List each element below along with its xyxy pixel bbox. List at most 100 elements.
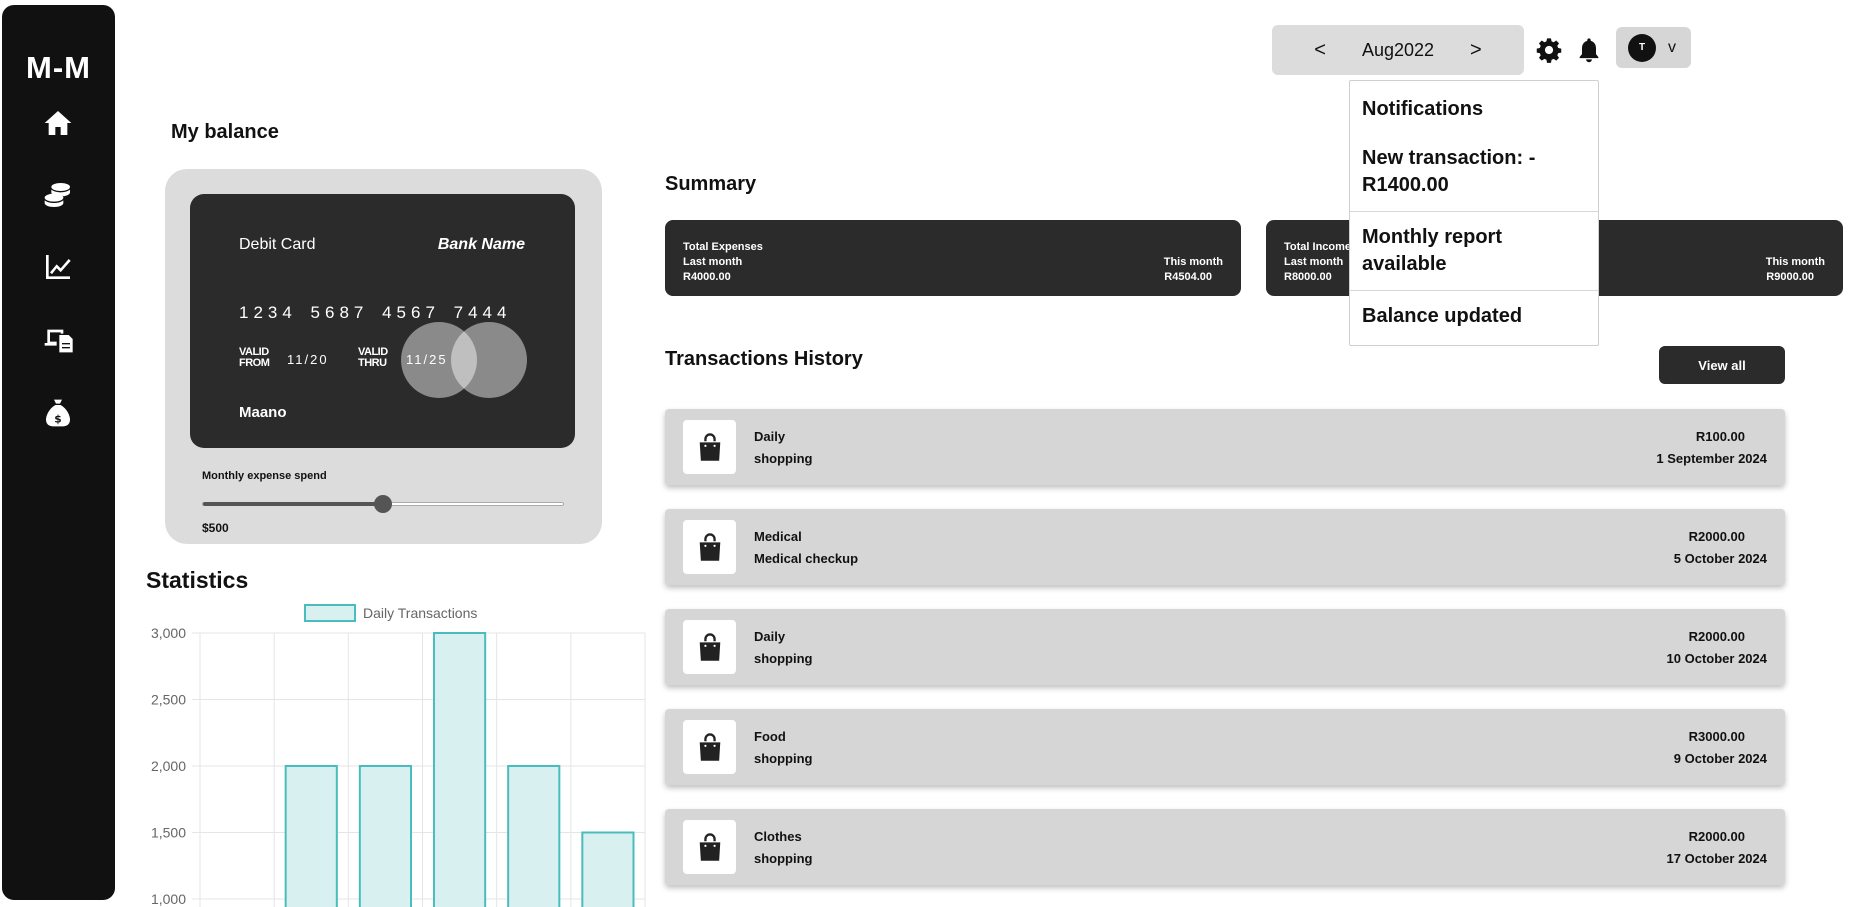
shopping-bag-icon (699, 433, 720, 461)
transaction-amount: R2000.00 (1688, 629, 1745, 644)
transaction-name: Clothes (754, 829, 802, 844)
prev-month-button[interactable]: < (1314, 39, 1326, 62)
valid-thru-label: VALID THRU (358, 347, 388, 369)
transaction-sub: shopping (754, 851, 813, 866)
profile-menu[interactable]: T v (1616, 27, 1691, 68)
transaction-name: Food (754, 729, 786, 744)
summary-this-label: This month (1765, 256, 1825, 268)
transaction-sub: shopping (754, 651, 813, 666)
summary-this-label: This month (1163, 256, 1223, 268)
summary-last-value: R4000.00 (683, 271, 731, 283)
valid-thru-label-line: THRU (358, 357, 387, 369)
transaction-row[interactable]: Food shopping R3000.00 9 October 2024 (665, 709, 1785, 785)
transaction-row[interactable]: Daily shopping R2000.00 10 October 2024 (665, 609, 1785, 685)
summary-this-value: R4504.00 (1164, 271, 1212, 283)
card-logo-circle-right (451, 322, 527, 398)
summary-card-expenses[interactable]: Total Expenses Last month R4000.00 This … (665, 220, 1241, 296)
shopping-bag-icon (699, 833, 720, 861)
view-all-button[interactable]: View all (1659, 346, 1785, 384)
summary-title: Total Income (1284, 241, 1352, 253)
transaction-icon-box (683, 620, 736, 674)
transaction-icon-box (683, 820, 736, 874)
chart-bar (358, 765, 413, 907)
balance-heading: My balance (171, 121, 279, 143)
notification-item[interactable]: Monthly report available (1350, 212, 1598, 291)
legend-swatch (304, 604, 356, 622)
y-tick-label: 2,000 (151, 758, 186, 774)
summary-title: Total Expenses (683, 241, 763, 253)
slider-value: $500 (202, 521, 229, 535)
notifications-dropdown: Notifications New transaction: -R1400.00… (1349, 80, 1599, 346)
nav-coins[interactable] (40, 177, 76, 213)
notification-item[interactable]: New transaction: -R1400.00 (1350, 134, 1598, 212)
transaction-amount: R100.00 (1695, 429, 1745, 444)
valid-thru: 11/25 (406, 352, 448, 367)
y-tick-label: 3,000 (151, 625, 186, 641)
coins-icon (44, 183, 70, 207)
transaction-icon-box (683, 420, 736, 474)
legend-label: Daily Transactions (363, 605, 477, 621)
transaction-name: Daily (754, 429, 786, 444)
home-icon (44, 111, 72, 135)
notification-item[interactable]: Balance updated (1350, 291, 1598, 342)
transaction-name: Medical (754, 529, 802, 544)
app-logo: M-M (26, 50, 91, 85)
transaction-date: 17 October 2024 (1666, 851, 1767, 866)
shopping-bag-icon (699, 633, 720, 661)
chart-bar (284, 765, 338, 907)
notifications-title: Notifications (1362, 98, 1484, 120)
gear-icon[interactable] (1535, 36, 1563, 64)
transaction-row[interactable]: Clothes shopping R2000.00 17 October 202… (665, 809, 1785, 885)
chart-bar (432, 632, 487, 907)
transaction-sub: shopping (754, 451, 813, 466)
nav-analytics[interactable] (40, 249, 76, 285)
chart-bar (581, 831, 635, 907)
transaction-amount: R2000.00 (1688, 829, 1745, 844)
bank-name: Bank Name (437, 236, 525, 253)
transaction-date: 1 September 2024 (1656, 451, 1767, 466)
money-bag-icon: $ (46, 399, 70, 427)
transaction-icon-box (683, 520, 736, 574)
y-tick-label: 1,500 (151, 825, 186, 841)
devices-icon (44, 329, 73, 353)
svg-text:$: $ (54, 412, 61, 425)
shopping-bag-icon (699, 533, 720, 561)
slider-fill (203, 502, 383, 506)
transaction-date: 10 October 2024 (1666, 651, 1767, 666)
summary-last-label: Last month (683, 256, 743, 268)
transaction-sub: Medical checkup (754, 551, 859, 566)
transaction-sub: shopping (754, 751, 813, 766)
y-tick-label: 2,500 (151, 692, 186, 708)
summary-heading: Summary (665, 173, 757, 195)
bell-icon[interactable] (1575, 36, 1603, 64)
nav-home[interactable] (40, 105, 76, 141)
nav-devices[interactable] (40, 321, 76, 357)
nav-budget[interactable]: $ (40, 395, 76, 431)
current-month: Aug2022 (1361, 39, 1435, 60)
balance-panel: Debit Card Bank Name 1234 5687 4567 7444… (165, 169, 602, 544)
transaction-date: 5 October 2024 (1673, 551, 1767, 566)
card-type: Debit Card (239, 236, 316, 253)
transaction-row[interactable]: Daily shopping R100.00 1 September 2024 (665, 409, 1785, 485)
transactions-heading: Transactions History (665, 348, 863, 370)
transaction-row[interactable]: Medical Medical checkup R2000.00 5 Octob… (665, 509, 1785, 585)
debit-card[interactable]: Debit Card Bank Name 1234 5687 4567 7444… (190, 194, 575, 448)
y-tick-label: 1,000 (151, 891, 186, 907)
transaction-icon-box (683, 720, 736, 774)
card-number: 1234 5687 4567 7444 (239, 303, 512, 322)
transaction-date: 9 October 2024 (1673, 751, 1767, 766)
expense-slider[interactable] (202, 495, 564, 513)
sidebar: M-M $ (2, 5, 115, 900)
valid-from-label: VALID FROM (239, 347, 270, 369)
valid-from: 11/20 (287, 352, 329, 367)
card-holder: Maano (239, 404, 287, 421)
summary-this-value: R9000.00 (1766, 271, 1814, 283)
summary-last-value: R8000.00 (1284, 271, 1332, 283)
shopping-bag-icon (699, 733, 720, 761)
transaction-amount: R3000.00 (1688, 729, 1745, 744)
slider-thumb[interactable] (374, 495, 392, 513)
transaction-amount: R2000.00 (1688, 529, 1745, 544)
statistics-heading: Statistics (146, 567, 249, 593)
month-selector: < Aug2022 > (1272, 25, 1524, 75)
next-month-button[interactable]: > (1470, 39, 1482, 62)
